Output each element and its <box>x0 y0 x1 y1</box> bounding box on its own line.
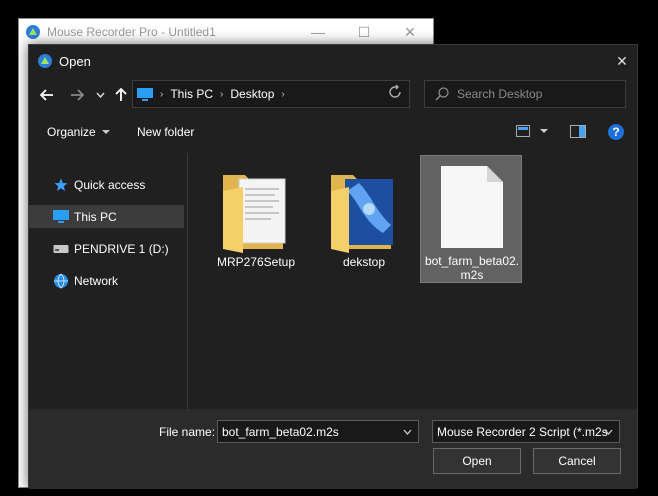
help-icon[interactable]: ? <box>608 124 624 140</box>
file-type-value: Mouse Recorder 2 Script (*.m2s <box>437 424 608 439</box>
nav-item-pendrive[interactable]: PENDRIVE 1 (D:) <box>29 237 184 260</box>
app-icon <box>38 54 52 68</box>
document-icon <box>441 166 503 248</box>
forward-button[interactable] <box>67 84 87 106</box>
arrow-left-icon <box>40 89 53 101</box>
drive-icon <box>53 242 69 256</box>
nav-item-label: This PC <box>74 209 117 224</box>
change-view-button[interactable] <box>516 125 550 137</box>
app-icon <box>26 25 40 39</box>
file-item-mrp276setup[interactable]: MRP276Setup <box>205 157 307 285</box>
open-dialog: Open ✕ › This PC › Desktop › Search Desk… <box>28 44 638 489</box>
nav-item-this-pc[interactable]: This PC <box>29 205 184 228</box>
background-window-title: Mouse Recorder Pro - Untitled1 <box>47 25 216 39</box>
refresh-icon[interactable] <box>387 84 403 100</box>
cancel-button[interactable]: Cancel <box>533 448 621 474</box>
breadcrumb-separator-icon: › <box>220 88 224 100</box>
arrow-up-icon <box>115 88 127 101</box>
nav-item-label: PENDRIVE 1 (D:) <box>74 241 169 256</box>
chevron-down-icon <box>101 130 110 134</box>
breadcrumb-separator-icon: › <box>160 88 164 100</box>
search-placeholder: Search Desktop <box>457 87 543 101</box>
command-toolbar: Organize New folder ? <box>29 115 637 149</box>
file-name: bot_farm_beta02.m2s <box>424 254 520 282</box>
file-item-bot-farm-beta02[interactable]: bot_farm_beta02.m2s <box>420 155 522 283</box>
file-name-input[interactable]: bot_farm_beta02.m2s <box>217 420 419 443</box>
computer-icon <box>53 210 69 224</box>
dialog-footer: File name: bot_farm_beta02.m2s Mouse Rec… <box>29 409 637 489</box>
folder-icon <box>223 175 286 253</box>
address-bar[interactable]: › This PC › Desktop › <box>132 80 472 108</box>
search-icon <box>435 87 449 101</box>
preview-pane-icon[interactable] <box>570 125 586 138</box>
nav-item-quick-access[interactable]: Quick access <box>29 173 184 196</box>
breadcrumb-this-pc[interactable]: This PC <box>170 87 213 101</box>
nav-item-network[interactable]: Network <box>29 269 184 292</box>
background-titlebar: Mouse Recorder Pro - Untitled1 — ☐ ✕ <box>19 19 433 45</box>
file-name-label: File name: <box>159 425 216 439</box>
breadcrumb-desktop[interactable]: Desktop <box>230 87 274 101</box>
dialog-close-button[interactable]: ✕ <box>607 46 637 76</box>
new-folder-button[interactable]: New folder <box>137 125 194 139</box>
dialog-title: Open <box>59 53 91 69</box>
chevron-down-icon <box>540 129 548 133</box>
file-item-dekstop[interactable]: dekstop <box>313 157 415 285</box>
maximize-button[interactable]: ☐ <box>341 24 387 41</box>
nav-item-label: Network <box>74 273 119 288</box>
search-box[interactable]: Search Desktop <box>424 80 626 108</box>
minimize-button[interactable]: — <box>295 24 341 40</box>
navigation-pane: Quick access This PC PENDRIVE 1 (D:) Net… <box>29 153 188 409</box>
file-name: MRP276Setup <box>216 255 296 269</box>
address-row: › This PC › Desktop › Search Desktop <box>29 78 637 112</box>
breadcrumb-separator-icon: › <box>281 88 285 100</box>
file-type-select[interactable]: Mouse Recorder 2 Script (*.m2s <box>432 420 620 443</box>
organize-label: Organize <box>47 125 96 139</box>
chevron-down-icon[interactable] <box>403 429 412 435</box>
view-options-icon <box>516 125 530 137</box>
open-button[interactable]: Open <box>433 448 521 474</box>
file-name-value: bot_farm_beta02.m2s <box>222 424 339 439</box>
file-name: dekstop <box>342 255 386 269</box>
close-icon: ✕ <box>616 52 628 69</box>
computer-icon <box>137 87 153 101</box>
organize-button[interactable]: Organize <box>47 125 112 139</box>
star-icon <box>53 178 69 192</box>
chevron-down-icon <box>95 92 105 98</box>
back-button[interactable] <box>37 84 57 106</box>
chevron-down-icon <box>604 429 613 435</box>
arrow-right-icon <box>71 89 84 101</box>
network-icon <box>53 273 69 289</box>
recent-locations-button[interactable] <box>93 84 107 106</box>
close-button[interactable]: ✕ <box>387 24 433 41</box>
nav-item-label: Quick access <box>74 177 146 192</box>
up-button[interactable] <box>113 84 129 106</box>
dialog-titlebar: Open ✕ <box>29 45 637 77</box>
folder-icon <box>331 175 393 253</box>
